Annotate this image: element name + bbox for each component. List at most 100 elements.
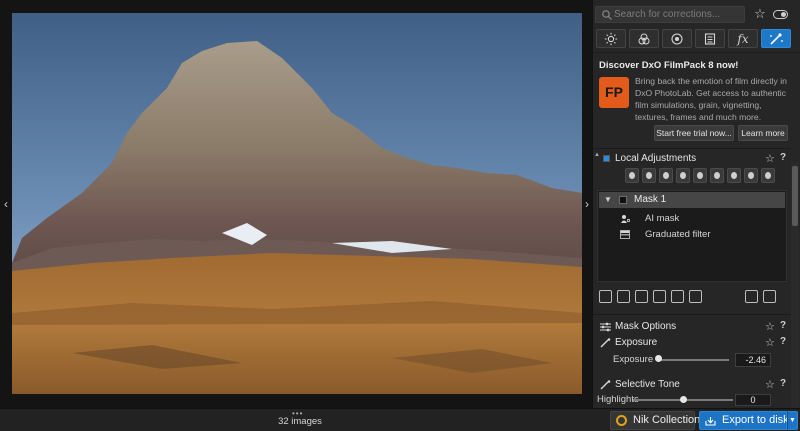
mask-item-ai-mask[interactable]: AI mask	[616, 211, 776, 227]
fx-icon: fx	[737, 31, 749, 46]
control-point-tool-icon[interactable]	[642, 168, 656, 183]
search-row: ☆	[593, 0, 800, 28]
tab-color[interactable]	[629, 29, 659, 48]
search-box[interactable]	[595, 6, 745, 23]
duplicate-mask-icon[interactable]	[635, 290, 648, 303]
export-to-disk-button[interactable]: Export to disk	[699, 411, 789, 430]
auto-mask-tool-icon[interactable]	[710, 168, 724, 183]
mask-item-label: AI mask	[645, 213, 680, 224]
local-adjustments-header[interactable]: Local Adjustments ☆ ?	[593, 151, 791, 167]
mountain-photo	[12, 13, 582, 394]
add-mask-icon[interactable]	[599, 290, 612, 303]
chevron-down-icon[interactable]: ▼	[604, 195, 612, 204]
nik-icon	[616, 415, 627, 426]
filmpack-logo: FP	[599, 77, 629, 108]
divider	[593, 314, 791, 315]
next-image-arrow[interactable]: ›	[583, 197, 591, 211]
highlights-slider-row: Highlights 0	[593, 394, 791, 408]
control-line-tool-icon[interactable]	[659, 168, 673, 183]
scroll-up-icon[interactable]: ▲	[593, 152, 601, 160]
tab-geometry[interactable]	[695, 29, 725, 48]
eraser-tool-icon[interactable]	[727, 168, 741, 183]
nik-collection-button[interactable]: Nik Collection	[610, 411, 700, 430]
graduated-filter-icon	[620, 230, 630, 239]
tab-light[interactable]	[596, 29, 626, 48]
selective-tone-header[interactable]: Selective Tone ☆ ?	[593, 377, 791, 393]
exposure-header[interactable]: Exposure ☆ ?	[593, 335, 791, 351]
nik-collection-label: Nik Collection	[633, 414, 701, 426]
mask-options-title: Mask Options	[615, 321, 677, 332]
show-mask-icon[interactable]	[689, 290, 702, 303]
chevron-down-icon[interactable]: ▼	[787, 411, 798, 430]
sliders-icon	[600, 322, 611, 332]
bottom-bar: ••• 32 images Nik Collection Export to d…	[0, 408, 800, 431]
exposure-slider-thumb[interactable]	[655, 355, 662, 362]
tab-local-adjustments[interactable]	[761, 29, 791, 48]
local-adjustments-title: Local Adjustments	[615, 153, 697, 164]
ai-mask-tool-icon[interactable]	[625, 168, 639, 183]
brush-tool-icon[interactable]	[693, 168, 707, 183]
toggle-icon[interactable]	[773, 10, 788, 19]
curve-tool-icon[interactable]	[744, 168, 758, 183]
selective-tone-title: Selective Tone	[615, 379, 680, 390]
mask-row[interactable]: ▼ Mask 1	[599, 192, 785, 208]
reset-icon[interactable]	[745, 290, 758, 303]
panel-scrollbar[interactable]	[791, 162, 799, 408]
star-icon[interactable]: ☆	[753, 7, 767, 21]
help-icon[interactable]: ?	[780, 152, 786, 163]
geometry-icon	[704, 32, 716, 45]
mask-list: ▼ Mask 1 AI mask Graduated filter	[597, 190, 787, 282]
trash-icon[interactable]	[763, 290, 776, 303]
exposure-slider[interactable]	[658, 359, 729, 361]
color-circles-icon	[638, 33, 650, 44]
export-to-disk-label: Export to disk	[722, 414, 789, 426]
ai-mask-icon	[621, 215, 630, 223]
corrections-panel: ☆	[592, 0, 800, 408]
mask-tools	[593, 290, 791, 306]
mask-name: Mask 1	[634, 194, 667, 205]
brush-icon	[600, 380, 611, 390]
graduated-filter-tool-icon[interactable]	[676, 168, 690, 183]
image-count: 32 images	[278, 416, 322, 427]
local-adjustments-enable-checkbox[interactable]	[603, 155, 610, 162]
mask-opacity-icon[interactable]	[671, 290, 684, 303]
search-icon	[602, 10, 612, 20]
mask-item-graduated-filter[interactable]: Graduated filter	[616, 227, 776, 243]
highlights-value-field[interactable]: 0	[735, 394, 771, 406]
help-icon[interactable]: ?	[780, 378, 786, 389]
previous-image-arrow[interactable]: ‹	[2, 197, 10, 211]
promo-text: Bring back the emotion of film directly …	[635, 76, 787, 122]
local-adjustment-tools	[593, 168, 791, 186]
repair-tool-icon[interactable]	[761, 168, 775, 183]
star-icon[interactable]: ☆	[765, 378, 775, 391]
search-input[interactable]	[614, 7, 742, 22]
brush-icon	[600, 338, 611, 348]
exposure-value-field[interactable]: -2.46	[735, 353, 771, 367]
star-icon[interactable]: ☆	[765, 336, 775, 349]
palette-tabs: fx	[593, 29, 800, 51]
highlights-slider-thumb[interactable]	[680, 396, 687, 403]
mask-color-swatch	[619, 196, 627, 204]
mask-options-header[interactable]: Mask Options ☆ ?	[593, 319, 791, 335]
photo-preview[interactable]	[12, 13, 582, 394]
star-icon[interactable]: ☆	[765, 152, 775, 165]
exposure-slider-row: Exposure -2.46	[593, 352, 791, 368]
photolab-window: ‹ › ☆	[0, 0, 800, 431]
start-free-trial-button[interactable]: Start free trial now...	[654, 125, 734, 141]
invert-mask-icon[interactable]	[653, 290, 666, 303]
help-icon[interactable]: ?	[780, 336, 786, 347]
export-icon	[705, 417, 716, 426]
star-icon[interactable]: ☆	[765, 320, 775, 333]
learn-more-button[interactable]: Learn more	[738, 125, 788, 141]
tab-effects[interactable]: fx	[728, 29, 758, 48]
sun-icon	[604, 32, 618, 45]
tab-detail[interactable]	[662, 29, 692, 48]
divider	[593, 148, 791, 149]
help-icon[interactable]: ?	[780, 320, 786, 331]
local-adjustments-icon	[770, 32, 783, 45]
promo-title: Discover DxO FilmPack 8 now!	[599, 60, 739, 71]
image-viewer[interactable]: ‹ ›	[0, 0, 592, 408]
new-mask-icon[interactable]	[617, 290, 630, 303]
exposure-slider-label: Exposure	[613, 354, 654, 365]
scrollbar-thumb[interactable]	[792, 166, 798, 226]
